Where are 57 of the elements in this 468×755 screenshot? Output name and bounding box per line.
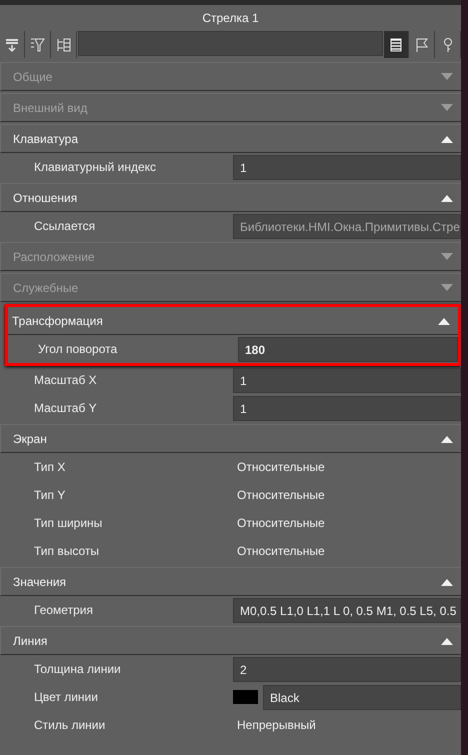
value-field[interactable]: 1 [233,368,461,392]
value-field[interactable]: Библиотеки.HMI.Окна.Примитивы.Стре [233,214,461,238]
section-header[interactable]: Линия [0,626,461,655]
section-header[interactable]: Клавиатура [0,124,461,153]
section-title: Значения [13,574,66,588]
value-field[interactable]: 1 [233,396,461,420]
property-label: Масштаб X [33,373,98,387]
section-title: Экран [13,432,47,446]
section-title: Внешний вид [13,100,88,114]
section-title: Трансформация [12,314,103,328]
property-label: Тип высоты [33,544,100,558]
color-swatch[interactable] [233,690,258,704]
section-title: Служебные [13,280,78,294]
property-value: Относительные [236,460,326,474]
section-title: Клавиатура [13,132,78,146]
list-icon [388,36,404,52]
property-label: Ссылается [33,219,96,233]
flag-icon [414,36,430,52]
section-title: Линия [13,634,48,648]
property-value: Относительные [236,516,326,530]
section-header[interactable]: Значения [0,567,461,596]
property-label: Тип ширины [33,516,104,530]
collapse-arrow-icon[interactable] [441,636,453,644]
collapse-arrow-icon[interactable] [441,194,453,202]
section-title: Общие [13,70,52,84]
collapse-arrow-icon[interactable] [438,316,450,324]
property-label: Стиль линии [33,718,106,732]
property-label: Толщина линии [33,662,122,676]
collapse-arrow-icon[interactable] [441,134,453,142]
property-value: Относительные [236,488,326,502]
sort-down-icon [4,36,20,52]
property-value: Непрерывный [236,718,317,732]
property-label: Цвет линии [33,690,99,704]
color-field[interactable]: Black [263,684,461,710]
search-field[interactable] [78,31,383,56]
section-title: Расположение [13,250,95,264]
property-label: Масштаб Y [33,401,98,415]
list-view-button[interactable] [384,31,409,58]
value-field[interactable]: M0,0.5 L1,0 L1,1 L 0, 0.5 M1, 0.5 L5, 0.5 [233,598,461,622]
value-field[interactable]: 180 [238,336,458,362]
collapse-arrow-icon[interactable] [441,434,453,442]
property-label: Клавиатурный индекс [33,160,158,174]
property-label: Геометрия [33,603,94,617]
section-header[interactable]: Экран [0,424,461,453]
section-header[interactable]: Трансформация [8,307,458,335]
property-label: Тип Y [33,488,66,502]
collapse-arrow-icon[interactable] [441,578,453,586]
value-field[interactable]: 2 [233,656,461,682]
property-label: Тип X [33,460,66,474]
property-label: Угол поворота [38,342,118,356]
section-header[interactable]: Отношения [0,183,461,212]
property-value: Относительные [236,544,326,558]
panel-title: Стрелка 1 [201,10,260,27]
tree-icon [56,36,72,52]
filter-icon [30,36,46,52]
section-title: Отношения [13,190,78,204]
value-field[interactable]: 1 [233,154,461,180]
